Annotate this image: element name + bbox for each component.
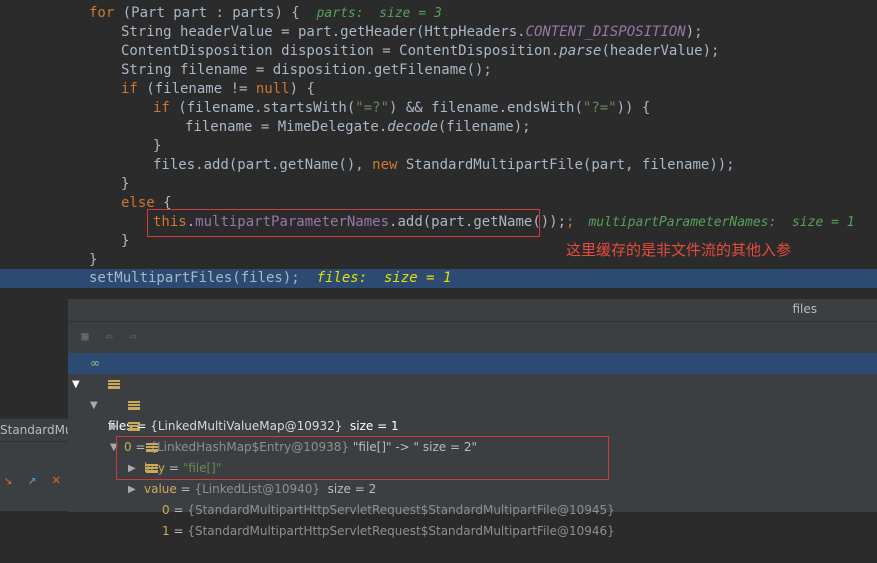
tree-row-value[interactable]: ▼ value = {LinkedList@10940} size = 2: [68, 416, 877, 496]
field-icon: [108, 380, 120, 389]
annotation-text: 这里缓存的是非文件流的其他入参: [566, 241, 792, 259]
variables-panel: files ▦ ⇦ ⇨ ▼ ∞ files = {LinkedMultiValu…: [68, 298, 877, 538]
collapse-arrow-icon[interactable]: ▶: [128, 479, 138, 500]
panel-title-bar: files: [68, 299, 877, 322]
field-icon: [128, 401, 140, 410]
tree-row-files[interactable]: ▼ ∞ files = {LinkedMultiValueMap@10932} …: [68, 353, 877, 433]
step-out-icon[interactable]: ↗: [28, 472, 36, 488]
code-line-set-multipart-files: setMultipartFiles(files); files: size = …: [89, 270, 452, 286]
inline-hint-multipart-names: multipartParameterNames: size = 1: [588, 215, 855, 230]
step-arrow-icon[interactable]: ↘: [4, 472, 12, 488]
code-line-decode: filename = MimeDelegate.decode(filename)…: [185, 119, 531, 135]
watch-icon: ∞: [90, 356, 100, 370]
highlight-box-list-items: [116, 436, 609, 480]
panel-toolbar: ▦ ⇦ ⇨: [68, 322, 877, 350]
tree-row-entry[interactable]: ▼ 0 = {LinkedHashMap$Entry@10938} "file[…: [68, 374, 877, 454]
left-panel: StandardMul ↘ ↗ ✕: [0, 288, 68, 511]
code-line-header: String headerValue = part.getHeader(Http…: [121, 24, 703, 40]
code-line-filename: String filename = disposition.getFilenam…: [121, 62, 492, 78]
code-line-if-null: if (filename != null) {: [121, 81, 315, 97]
code-line-brace: }: [89, 252, 98, 268]
forward-arrow-icon[interactable]: ⇨: [126, 329, 140, 343]
code-line-for: for (Part part : parts) { parts: size = …: [89, 5, 442, 21]
tree-row-key[interactable]: ▶ key = "file[]": [68, 395, 877, 475]
code-line-brace: }: [121, 233, 130, 249]
highlight-box-multipart-names: [147, 209, 540, 237]
code-line-if-encoded: if (filename.startsWith("=?") && filenam…: [153, 100, 651, 116]
debug-side-toolbar: ↘ ↗ ✕: [0, 442, 68, 511]
field-icon: [128, 422, 140, 431]
close-icon[interactable]: ✕: [52, 472, 60, 488]
restore-layout-icon[interactable]: ▦: [78, 329, 92, 343]
code-line-files-add: files.add(part.getName(), new StandardMu…: [153, 157, 735, 173]
frame-list-item[interactable]: StandardMul: [0, 418, 68, 442]
inline-hint-files: files: size = 1: [316, 270, 452, 286]
code-line-brace: }: [121, 176, 130, 192]
code-line-disposition: ContentDisposition disposition = Content…: [121, 43, 720, 59]
inline-hint-parts: parts: size = 3: [316, 6, 442, 21]
code-line-brace: }: [153, 138, 162, 154]
panel-title: files: [792, 302, 817, 316]
back-arrow-icon[interactable]: ⇦: [102, 329, 116, 343]
